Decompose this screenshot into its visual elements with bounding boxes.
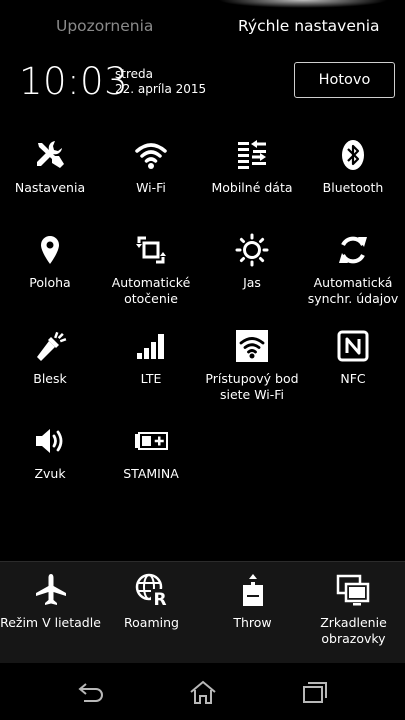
tile-label: Automatické otočenie (111, 275, 191, 306)
home-icon[interactable] (188, 679, 218, 705)
back-icon[interactable] (76, 679, 106, 705)
tab-notifications[interactable]: Upozornenia (56, 17, 153, 35)
bottom-toggle-label: Režim V lietadle (0, 615, 101, 630)
tile-label: Bluetooth (322, 180, 384, 195)
signal-bars-icon (137, 334, 164, 359)
flashlight-icon (37, 331, 67, 361)
tile-label: Blesk (33, 371, 67, 386)
bottom-toggle-label: Roaming (124, 615, 179, 630)
speaker-icon (36, 429, 63, 453)
active-tab-indicator (218, 0, 388, 8)
tile-label: LTE (140, 371, 162, 386)
stamina-battery-icon (135, 432, 168, 450)
tile-label: Poloha (29, 275, 71, 290)
tile-label: Nastavenia (14, 180, 86, 195)
bluetooth-icon (342, 140, 364, 170)
tile-label: Mobilné dáta (211, 180, 293, 195)
roaming-globe-icon: R (135, 573, 169, 608)
mobile-data-icon (238, 140, 266, 169)
tab-quick-settings[interactable]: Rýchle nastavenia (238, 17, 380, 35)
bottom-toggle-label: Zrkadlenie obrazovky (320, 615, 387, 646)
tile-label: STAMINA (123, 466, 179, 481)
location-pin-icon (41, 236, 59, 264)
nfc-icon (337, 330, 369, 362)
date-full: 22. apríla 2015 (115, 82, 207, 96)
tile-label: Prístupový bod siete Wi-Fi (205, 371, 299, 402)
done-button[interactable]: Hotovo (294, 62, 395, 98)
auto-rotate-icon (136, 236, 166, 264)
tile-label: Zvuk (34, 466, 66, 481)
wrench-screwdriver-icon (37, 141, 64, 168)
screen-mirroring-icon (336, 574, 370, 606)
clock: 10:03 (19, 60, 129, 103)
hotspot-icon (236, 330, 268, 362)
tile-label: Jas (243, 275, 261, 290)
recent-apps-icon[interactable] (300, 679, 330, 705)
tile-label: Wi-Fi (136, 180, 166, 195)
tile-label: Automatická synchr. údajov (307, 275, 399, 306)
wifi-icon (135, 143, 167, 169)
navigation-bar (0, 663, 405, 720)
sync-icon (339, 236, 367, 264)
tile-label: NFC (340, 371, 366, 386)
airplane-icon (36, 574, 66, 605)
bottom-toggle-bar: Režim V lietadle R Roaming Throw Zrkadle (0, 561, 405, 664)
brightness-icon (235, 233, 269, 267)
throw-icon (243, 574, 263, 606)
date-day: streda (115, 67, 153, 81)
bottom-toggle-label: Throw (233, 615, 272, 630)
panel-tabs: Upozornenia Rýchle nastavenia (0, 0, 405, 58)
svg-text:R: R (153, 590, 166, 608)
